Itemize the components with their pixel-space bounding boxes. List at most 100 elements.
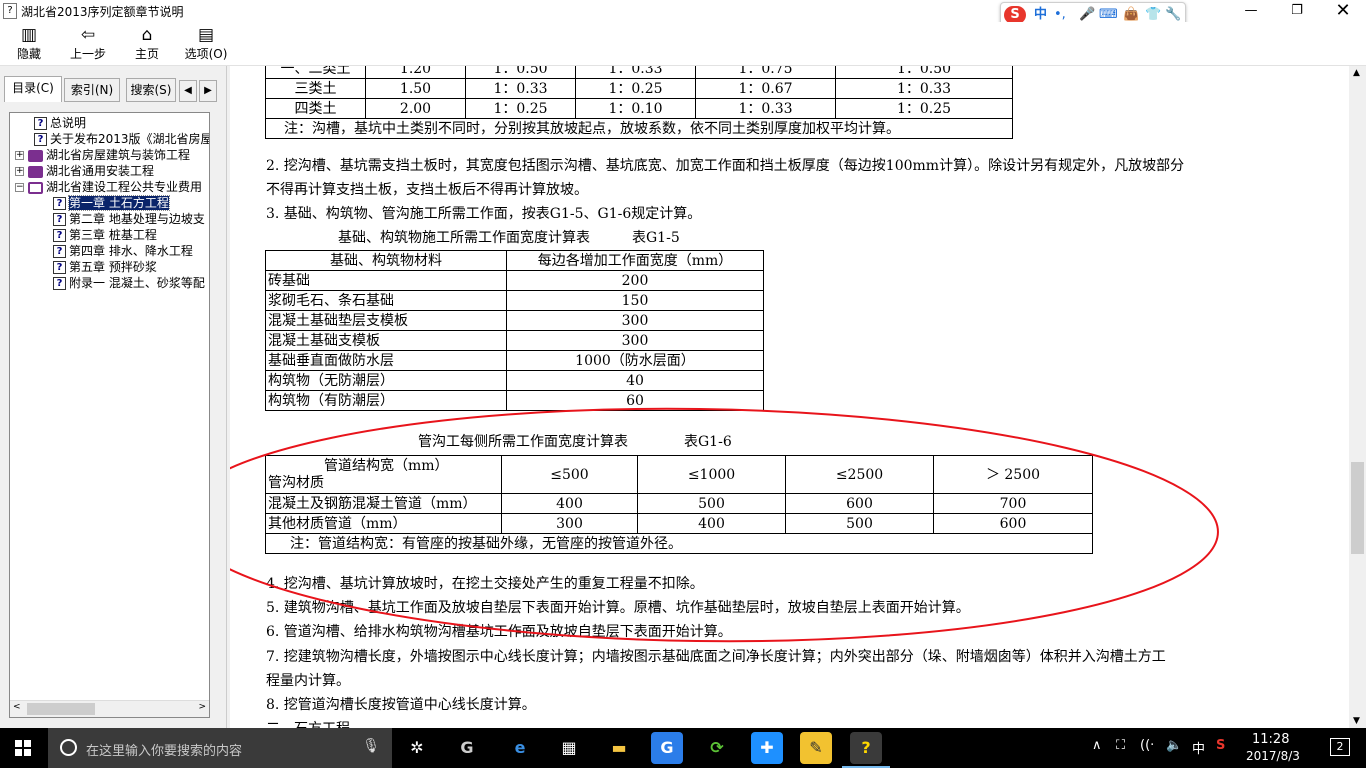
tree-item-label: 第二章 地基处理与边坡支 [69,212,205,226]
home-icon: ⌂ [141,25,153,45]
table-cell: 1：0.50 [465,66,576,79]
tree-item-label: 关于发布2013版《湖北省房屋 [50,132,210,146]
tree-item-chapter-4[interactable]: ? 第四章 排水、降水工程 [53,243,193,259]
tree-item-building[interactable]: + 湖北省房屋建筑与装饰工程 [15,147,190,163]
tab-scroll-left-icon[interactable]: ◀ [179,80,197,102]
paragraph-7-line-2: 程量内计算。 [266,673,350,689]
paragraph-2-line-2: 不得再计算支挡土板，支挡土板后不得再计算放坡。 [266,182,588,198]
hide-pane-icon: ▥ [20,25,38,45]
network-icon[interactable]: ⛶ [1116,738,1125,753]
scroll-left-icon[interactable]: < [13,702,21,712]
cortana-icon [60,739,77,756]
table-cell: 300 [506,310,764,331]
volume-icon[interactable]: 🔈 [1166,738,1182,753]
help-topic-icon: ? [53,229,66,242]
store-icon[interactable]: ▦ [553,732,585,764]
table-cell: 300 [506,330,764,351]
column-header: ≤2500 [785,455,934,494]
help-topic-icon: ? [53,197,66,210]
tree-item-chapter-3[interactable]: ? 第三章 桩基工程 [53,227,157,243]
back-arrow-icon: ⇦ [80,25,96,45]
tree-item-chapter-1[interactable]: ? 第一章 土石方工程 [53,195,170,211]
tree-item-label: 湖北省房屋建筑与装饰工程 [46,148,191,162]
tree-item-appendix-1[interactable]: ? 附录一 混凝土、砂浆等配 [53,275,205,291]
column-header: ＞ 2500 [933,455,1093,494]
help-viewer-app-icon[interactable]: ? [842,732,890,768]
table-cell: 300 [501,513,638,534]
scroll-thumb[interactable] [1351,462,1364,554]
table-cell: 1：0.33 [695,98,836,119]
tree-item-chapter-5[interactable]: ? 第五章 预拌砂浆 [53,259,157,275]
windmill-app-icon[interactable]: ✲ [401,732,433,764]
table-cell: 40 [506,370,764,391]
help-topic-icon: ? [53,213,66,226]
sogou-tray-icon[interactable]: S [1216,738,1225,753]
paragraph-3: 3. 基础、构筑物、管沟施工所需工作面，按表G1-5、G1-6规定计算。 [266,206,702,222]
contents-tree[interactable]: ? 总说明 ? 关于发布2013版《湖北省房屋 + 湖北省房屋建筑与装饰工程 + 湖北省… [9,112,210,718]
close-button[interactable]: ✕ [1320,0,1366,22]
hide-label: 隐藏 [16,47,41,61]
minimize-button[interactable]: — [1228,0,1274,22]
taskbar-search-box[interactable]: 在这里输入你要搜索的内容 🎙 [48,728,392,768]
notification-center-icon[interactable]: 2 [1330,738,1350,756]
collapse-icon[interactable]: − [15,183,24,192]
hide-button[interactable]: ▥ 隐藏 [3,24,55,64]
paragraph-2-line-1: 2. 挖沟槽、基坑需支挡土板时，其宽度包括图示沟槽、基坑底宽、加宽工作面和挡土板… [266,158,1185,174]
tree-item-chapter-2[interactable]: ? 第二章 地基处理与边坡支 [53,211,205,227]
home-label: 主页 [134,47,159,61]
wifi-icon[interactable]: ((· [1140,738,1154,753]
table-cell: 2.00 [365,98,466,119]
tree-item-general[interactable]: ? 总说明 [34,115,86,131]
header-top-label: 管道结构宽（mm） [324,457,449,474]
browser-swirl-icon[interactable]: G [451,732,483,764]
book-icon [28,165,43,178]
tree-item-label: 湖北省建设工程公共专业费用 [46,180,203,194]
edge-browser-icon[interactable]: e [504,732,536,764]
content-vertical-scrollbar[interactable]: ▲ ▼ [1349,66,1366,728]
tree-item-installation[interactable]: + 湖北省通用安装工程 [15,163,154,179]
g-app-icon[interactable]: G [651,732,683,764]
options-label: 选项(O) [184,47,228,61]
expand-icon[interactable]: + [15,151,24,160]
clock-time[interactable]: 11:28 [1252,732,1289,747]
plus-app-icon[interactable]: ✚ [751,732,783,764]
table-cell: 500 [785,513,934,534]
options-button[interactable]: ▤ 选项(O) [180,24,232,64]
help-topic-icon: ? [34,133,47,146]
tree-horizontal-scrollbar[interactable]: < > [10,700,209,717]
start-button[interactable] [0,728,48,768]
help-topic-icon: ? [53,261,66,274]
table-cell: 1：0.33 [575,66,696,79]
scroll-right-icon[interactable]: > [198,702,206,712]
scroll-down-icon[interactable]: ▼ [1353,716,1360,726]
restore-button[interactable]: ❐ [1274,0,1320,22]
windows-logo-icon [15,740,31,756]
table-row: 构筑物（无防潮层） 40 [265,370,764,391]
tab-index[interactable]: 索引(N) [64,78,120,102]
expand-icon[interactable]: + [15,167,24,176]
table-cell: 其他材质管道（mm） [265,513,502,534]
table-cell: 混凝土基础垫层支模板 [265,310,507,331]
table-cell: 1.20 [365,66,466,79]
home-button[interactable]: ⌂ 主页 [121,24,173,64]
show-hidden-icons-icon[interactable]: ∧ [1092,738,1102,753]
tab-contents[interactable]: 目录(C) [4,76,62,102]
tree-item-public[interactable]: − 湖北省建设工程公共专业费用 [15,179,202,195]
notes-app-icon[interactable]: ✎ [800,732,832,764]
column-header: ≤500 [501,455,638,494]
table-cell: 700 [933,493,1093,514]
microphone-icon[interactable]: 🎙 [362,738,380,754]
file-explorer-icon[interactable]: ▬ [603,732,635,764]
tree-item-label: 湖北省通用安装工程 [46,164,155,178]
scroll-up-icon[interactable]: ▲ [1353,68,1360,78]
tab-scroll-right-icon[interactable]: ▶ [199,80,217,102]
tree-item-notice[interactable]: ? 关于发布2013版《湖北省房屋 [34,131,210,147]
table-row: 浆砌毛石、条石基础 150 [265,290,764,311]
tab-search[interactable]: 搜索(S) [126,78,176,102]
table-cell: 三类土 [265,78,366,99]
scroll-thumb[interactable] [27,703,95,715]
refresh-app-icon[interactable]: ⟳ [701,732,733,764]
back-button[interactable]: ⇦ 上一步 [62,24,114,64]
clock-date[interactable]: 2017/8/3 [1246,749,1300,763]
input-language-indicator[interactable]: 中 [1192,738,1205,757]
